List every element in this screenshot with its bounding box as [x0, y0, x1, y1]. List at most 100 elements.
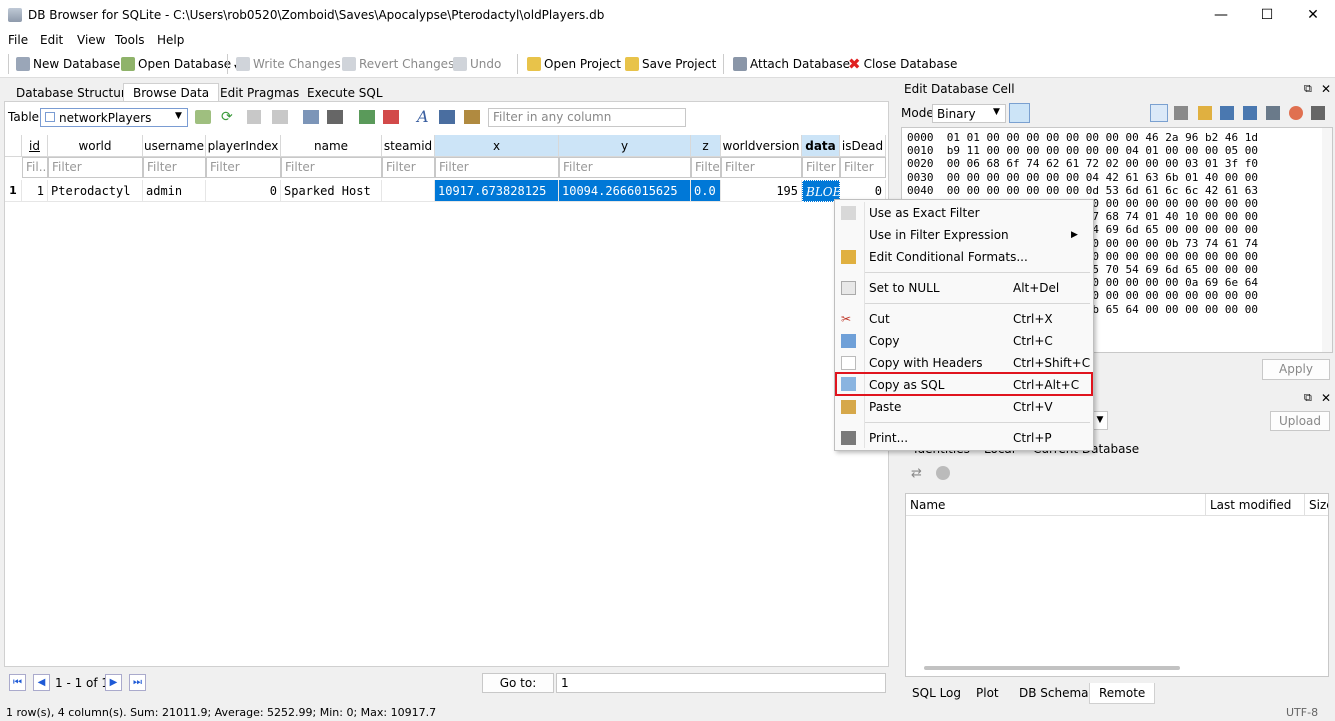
table-cell-z[interactable]: 0.0: [691, 180, 721, 202]
menu-item-print[interactable]: Print... Ctrl+P: [835, 427, 1093, 449]
column-header-data[interactable]: data: [802, 135, 840, 157]
tab-remote[interactable]: Remote: [1089, 683, 1156, 704]
print-cell-icon[interactable]: [1311, 106, 1325, 120]
table-cell-username[interactable]: admin: [143, 180, 206, 202]
sync-icon[interactable]: ⇄: [911, 466, 925, 481]
clear-cell-icon[interactable]: [1289, 106, 1303, 120]
insert-record-icon[interactable]: [359, 110, 375, 124]
filter-input-worldversion[interactable]: Filter: [721, 157, 802, 178]
minimize-button[interactable]: —: [1198, 4, 1244, 26]
menu-item-copy-as-sql[interactable]: Copy as SQL Ctrl+Alt+C: [835, 372, 1093, 396]
goto-button[interactable]: Go to:: [482, 673, 554, 693]
column-header-y[interactable]: y: [559, 135, 691, 157]
float-dock-icon[interactable]: ⧉: [1304, 80, 1312, 98]
menu-item-set-to-null[interactable]: Set to NULL Alt+Del: [835, 277, 1093, 299]
new-database-button[interactable]: New Database: [16, 55, 120, 73]
menu-tools[interactable]: Tools: [115, 33, 145, 47]
first-record-button[interactable]: ⏮: [9, 674, 26, 691]
open-database-button[interactable]: Open Database ▼: [121, 55, 240, 73]
apply-button[interactable]: Apply: [1262, 359, 1330, 380]
horizontal-scrollbar[interactable]: [924, 666, 1180, 670]
column-header-world[interactable]: world: [48, 135, 143, 157]
remote-db-icon[interactable]: [936, 466, 950, 480]
menu-item-cut[interactable]: ✂ Cut Ctrl+X: [835, 308, 1093, 330]
table-cell-x[interactable]: 10917.673828125: [435, 180, 559, 202]
previous-record-button[interactable]: ◀: [33, 674, 50, 691]
menu-item-copy-with-headers[interactable]: Copy with Headers Ctrl+Shift+C: [835, 352, 1093, 374]
tab-plot[interactable]: Plot: [967, 683, 1008, 704]
indent-icon[interactable]: [1174, 106, 1188, 120]
save-project-button[interactable]: Save Project: [625, 55, 716, 73]
float-dock-icon[interactable]: ⧉: [1304, 389, 1312, 407]
find-replace-icon[interactable]: [464, 110, 480, 124]
filter-input-y[interactable]: Filter: [559, 157, 691, 178]
menu-item-edit-conditional-formats[interactable]: Edit Conditional Formats...: [835, 246, 1093, 268]
print-icon[interactable]: [327, 110, 343, 124]
table-cell-steamid[interactable]: [382, 180, 435, 202]
menu-item-use-as-exact-filter[interactable]: Use as Exact Filter: [835, 202, 1093, 224]
export-icon[interactable]: [1220, 106, 1234, 120]
filter-input-playerindex[interactable]: Filter: [206, 157, 281, 178]
column-header-x[interactable]: x: [435, 135, 559, 157]
menu-file[interactable]: File: [8, 33, 28, 47]
table-cell-name[interactable]: Sparked Host: [281, 180, 382, 202]
global-filter-input[interactable]: Filter in any column: [488, 108, 686, 127]
maximize-button[interactable]: ☐: [1244, 4, 1290, 26]
tab-edit-pragmas[interactable]: Edit Pragmas: [210, 83, 309, 102]
menu-item-copy[interactable]: Copy Ctrl+C: [835, 330, 1093, 352]
column-header-worldversion[interactable]: worldversion: [721, 135, 802, 157]
import-icon[interactable]: [1198, 106, 1212, 120]
auto-switch-mode-icon[interactable]: [1009, 103, 1030, 123]
table-cell-world[interactable]: Pterodactyl: [48, 180, 143, 202]
add-record-icon[interactable]: [195, 110, 211, 124]
filter-input-x[interactable]: Filter: [435, 157, 559, 178]
clear-filters-icon[interactable]: [247, 110, 261, 124]
column-header-isdead[interactable]: isDead: [840, 135, 886, 157]
mode-select[interactable]: Binary ▼: [932, 104, 1006, 123]
column-header-last-modified[interactable]: Last modified: [1210, 498, 1291, 512]
menu-item-use-in-filter-expression[interactable]: Use in Filter Expression ▶: [835, 224, 1093, 246]
clear-sorting-icon[interactable]: [272, 110, 288, 124]
filter-input-data[interactable]: Filter: [802, 157, 840, 178]
table-cell-playerindex[interactable]: 0: [206, 180, 281, 202]
menu-edit[interactable]: Edit: [40, 33, 63, 47]
filter-input-username[interactable]: Filter: [143, 157, 206, 178]
table-cell-y[interactable]: 10094.2666015625: [559, 180, 691, 202]
column-header-playerindex[interactable]: playerIndex: [206, 135, 281, 157]
close-dock-icon[interactable]: ✕: [1321, 80, 1331, 98]
upload-button[interactable]: Upload: [1270, 411, 1330, 431]
row-header-corner[interactable]: [5, 135, 22, 157]
goto-input[interactable]: 1: [556, 673, 886, 693]
identity-select-arrow[interactable]: ▼: [1092, 411, 1108, 430]
tab-execute-sql[interactable]: Execute SQL: [297, 83, 393, 102]
column-header-steamid[interactable]: steamid: [382, 135, 435, 157]
column-header-size[interactable]: Size: [1309, 498, 1328, 512]
filter-input-z[interactable]: Filter: [691, 157, 721, 178]
menu-item-paste[interactable]: Paste Ctrl+V: [835, 396, 1093, 418]
last-record-button[interactable]: ⏭: [129, 674, 146, 691]
save-results-icon[interactable]: [303, 110, 319, 124]
close-dock-icon[interactable]: ✕: [1321, 389, 1331, 407]
close-window-button[interactable]: ✕: [1290, 4, 1335, 26]
close-database-button[interactable]: ✖ Close Database: [848, 55, 957, 73]
remote-file-list[interactable]: Name Last modified Size: [905, 493, 1329, 677]
find-icon[interactable]: [439, 110, 455, 124]
row-number[interactable]: 1: [5, 180, 22, 202]
filter-input-name[interactable]: Filter: [281, 157, 382, 178]
refresh-icon[interactable]: ⟳: [221, 109, 233, 125]
set-null-icon[interactable]: [1266, 106, 1280, 120]
column-header-name[interactable]: name: [281, 135, 382, 157]
filter-input-isdead[interactable]: Filter: [840, 157, 886, 178]
table-select[interactable]: networkPlayers ▼: [40, 108, 188, 127]
delete-record-icon[interactable]: [383, 110, 399, 124]
table-cell-id[interactable]: 1: [22, 180, 48, 202]
tab-sql-log[interactable]: SQL Log: [903, 683, 970, 704]
column-header-remote-name[interactable]: Name: [910, 498, 945, 512]
attach-database-button[interactable]: Attach Database: [733, 55, 850, 73]
menu-view[interactable]: View: [77, 33, 105, 47]
write-changes-button[interactable]: Write Changes: [236, 55, 341, 73]
next-record-button[interactable]: ▶: [105, 674, 122, 691]
copy-cell-icon[interactable]: [1243, 106, 1257, 120]
column-header-username[interactable]: username: [143, 135, 206, 157]
font-icon[interactable]: A: [417, 107, 429, 126]
